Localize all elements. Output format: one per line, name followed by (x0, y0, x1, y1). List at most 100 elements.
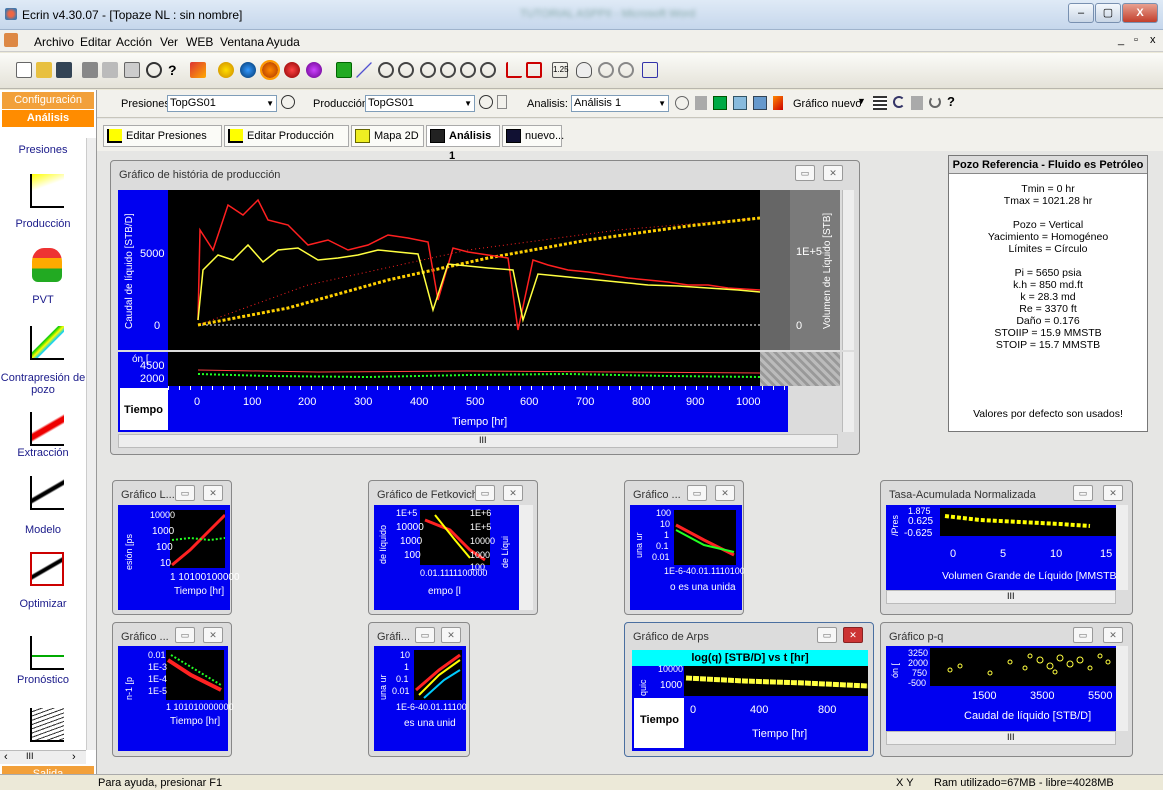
restore-button[interactable]: ▭ (475, 485, 495, 501)
restore-button[interactable]: ▭ (687, 485, 707, 501)
document-icon[interactable] (4, 33, 18, 47)
restore-button[interactable]: ▭ (175, 485, 195, 501)
extraccion-icon[interactable] (30, 412, 64, 446)
open-icon[interactable] (36, 62, 52, 78)
save-icon[interactable] (56, 62, 72, 78)
page-icon[interactable] (124, 62, 140, 78)
close-window-button[interactable]: ✕ (715, 485, 735, 501)
pronostico-icon[interactable] (30, 636, 64, 670)
restore-button[interactable]: ▭ (1073, 627, 1093, 643)
pvt-icon[interactable] (32, 248, 62, 282)
scroll-left-icon[interactable]: ‹ (4, 751, 8, 763)
scroll-thumb[interactable]: III (1007, 591, 1015, 601)
sidebar-hscroll[interactable]: ‹ III › (0, 750, 86, 764)
restore-button[interactable]: ▭ (415, 627, 435, 643)
tab-editar-produccion[interactable]: Editar Producción (224, 125, 349, 147)
hscroll[interactable]: III (886, 590, 1116, 604)
zoom-in-icon[interactable] (460, 62, 476, 78)
menu-ventana[interactable]: Ventana (220, 35, 264, 49)
scale-icon[interactable] (526, 62, 542, 78)
info-icon[interactable] (146, 62, 162, 78)
tab-analisis[interactable]: Análisis (2, 110, 94, 127)
table-icon[interactable] (336, 62, 352, 78)
oil-icon[interactable] (260, 60, 280, 80)
close-window-button[interactable]: ✕ (203, 485, 223, 501)
upper-vscroll[interactable] (842, 190, 854, 350)
gas-icon[interactable] (284, 62, 300, 78)
print-icon[interactable] (82, 62, 98, 78)
water-icon[interactable] (240, 62, 256, 78)
copy-icon[interactable] (695, 96, 707, 110)
maximize-button[interactable]: ▢ (1095, 3, 1121, 23)
paste-icon[interactable] (911, 96, 923, 110)
mdi-minimize[interactable]: _ (1118, 34, 1124, 46)
scroll-right-icon[interactable]: › (72, 751, 76, 763)
menu-web[interactable]: WEB (186, 35, 213, 49)
flag-icon[interactable] (773, 96, 783, 110)
restore-button[interactable]: ▭ (175, 627, 195, 643)
contrapresion-icon[interactable] (30, 326, 64, 360)
zoom-icon[interactable] (420, 62, 436, 78)
scroll-thumb[interactable]: III (26, 751, 34, 761)
sidebar-item-pronostico[interactable]: Pronóstico (0, 674, 86, 686)
refresh-icon[interactable] (929, 96, 941, 108)
close-window-button[interactable]: ✕ (503, 485, 523, 501)
menu-accion[interactable]: Acción (116, 35, 152, 49)
tab-editar-presiones[interactable]: Editar Presiones (103, 125, 222, 147)
sensibilidad-icon[interactable] (30, 708, 64, 742)
close-window-button[interactable]: ✕ (1103, 627, 1123, 643)
pointer-help-icon[interactable] (190, 62, 206, 78)
restore-button[interactable]: ▭ (817, 627, 837, 643)
close-window-button[interactable]: ✕ (823, 165, 843, 181)
print-preview-icon[interactable] (102, 62, 118, 78)
zoom-plus-icon[interactable] (598, 62, 614, 78)
menu-archivo[interactable]: Archivo (34, 35, 74, 49)
grid-icon[interactable] (733, 96, 747, 110)
sidebar-scrollbar[interactable] (86, 138, 96, 750)
comment-icon[interactable] (675, 96, 689, 110)
trash-icon[interactable] (497, 95, 507, 109)
tab-nuevo[interactable]: nuevo... (502, 125, 564, 147)
zoom-flag-icon[interactable] (480, 62, 496, 78)
presiones-select[interactable]: TopGS01 ▼ (167, 95, 277, 112)
axis-icon[interactable] (506, 62, 522, 78)
sidebar-item-extraccion[interactable]: Extracción (0, 447, 86, 459)
modelo-icon[interactable] (30, 476, 64, 510)
scroll-thumb[interactable]: III (1007, 732, 1015, 742)
scroll-thumb[interactable]: III (479, 435, 487, 445)
info-icon[interactable] (479, 95, 493, 109)
tab-configuracion[interactable]: Configuración (2, 92, 94, 109)
report-icon[interactable] (753, 96, 767, 110)
menu-ayuda[interactable]: Ayuda (266, 35, 300, 49)
close-window-button[interactable]: ✕ (203, 627, 223, 643)
analisis-select[interactable]: Análisis 1 ▼ (571, 95, 669, 112)
help-icon[interactable]: ? (168, 62, 184, 78)
tab-analisis-1[interactable]: Análisis 1 (426, 125, 500, 162)
vscroll[interactable] (1116, 646, 1128, 731)
link-icon[interactable] (378, 62, 394, 78)
menu-ver[interactable]: Ver (160, 35, 178, 49)
minimize-button[interactable]: – (1068, 3, 1094, 23)
table-icon[interactable] (713, 96, 727, 110)
unlink-icon[interactable] (398, 62, 414, 78)
vscroll[interactable] (1116, 505, 1128, 590)
lower-vscroll[interactable] (842, 352, 854, 432)
restore-button[interactable]: ▭ (1073, 485, 1093, 501)
mdi-close[interactable]: x (1150, 34, 1156, 46)
optimizar-icon[interactable] (30, 552, 64, 586)
hscroll[interactable]: III (886, 731, 1116, 745)
number-format-icon[interactable]: 1.25 (552, 62, 569, 78)
zoom-minus-icon[interactable] (618, 62, 634, 78)
sidebar-item-pvt[interactable]: PVT (0, 294, 86, 306)
close-button[interactable]: X (1122, 3, 1158, 23)
close-window-button[interactable]: ✕ (843, 627, 863, 643)
sidebar-item-presiones[interactable]: Presiones (0, 144, 86, 156)
hand-icon[interactable] (576, 62, 592, 78)
mix-icon[interactable] (306, 62, 322, 78)
zoom-home-icon[interactable] (440, 62, 456, 78)
produccion-select[interactable]: TopGS01 ▼ (365, 95, 475, 112)
nuevo-grafico-label[interactable]: Gráfico nuevo (793, 98, 861, 110)
main-hscroll[interactable]: III (118, 434, 838, 448)
pencil-icon[interactable] (356, 62, 372, 78)
sidebar-item-modelo[interactable]: Modelo (0, 524, 86, 536)
